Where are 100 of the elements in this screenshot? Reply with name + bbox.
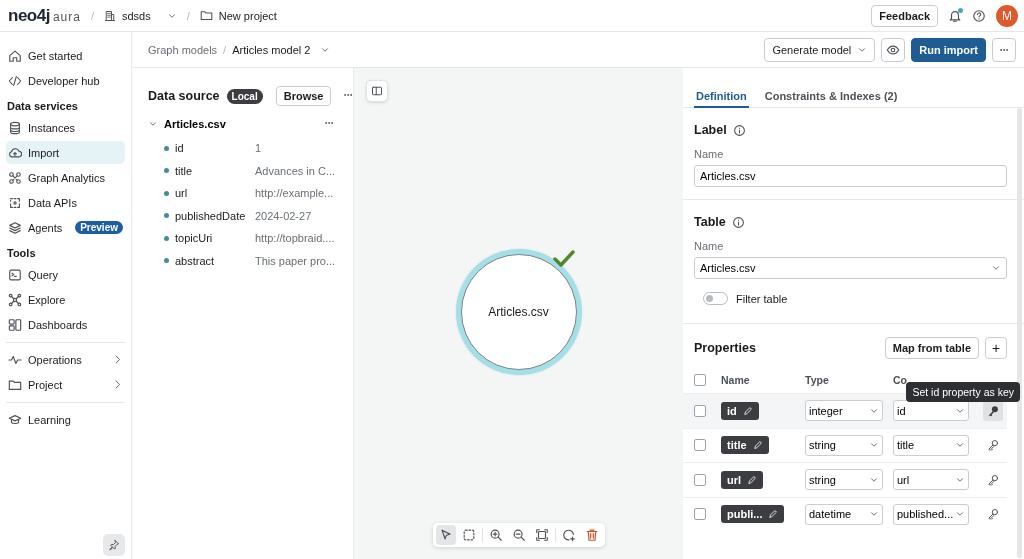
row-checkbox[interactable] [694, 439, 706, 452]
field-name: abstract [175, 254, 216, 267]
sidebar-item[interactable]: Data APIs [6, 191, 125, 214]
home-icon [8, 48, 22, 63]
breadcrumb-link[interactable]: Graph models [148, 43, 218, 56]
row-checkbox[interactable] [694, 508, 706, 521]
browse-button[interactable]: Browse [275, 86, 332, 106]
column-header: Co [893, 374, 908, 386]
breadcrumb-link[interactable]: sdsds [122, 9, 151, 22]
fit-view-icon [534, 528, 549, 542]
user-avatar[interactable]: M [996, 4, 1018, 27]
property-name[interactable]: url [721, 470, 764, 489]
add-node-icon [561, 528, 576, 542]
cloud-upload-icon [8, 145, 22, 160]
column-select[interactable]: url [893, 469, 969, 491]
field-dot [164, 145, 169, 151]
file-name[interactable]: Articles.csv [164, 118, 226, 130]
info-icon [732, 123, 746, 137]
breadcrumb-separator: / [223, 43, 227, 56]
type-select[interactable]: datetime [805, 503, 883, 525]
sidebar-item[interactable]: Learning [6, 408, 125, 431]
preview-button[interactable] [881, 37, 906, 62]
breadcrumb-separator: / [90, 9, 94, 22]
property-name[interactable]: publi... [721, 505, 785, 524]
select-all-checkbox[interactable] [694, 374, 706, 386]
property-row[interactable]: url string url [683, 462, 1007, 497]
field-sample: This paper pro... [255, 254, 337, 267]
preview-badge: Preview [75, 221, 123, 234]
column-select[interactable]: id [893, 400, 969, 422]
field-sample: http://topbraid.... [255, 232, 336, 245]
table-select[interactable]: Articles.csv [694, 257, 1007, 279]
sidebar-item[interactable]: Instances [6, 116, 125, 139]
column-header: Name [721, 374, 751, 386]
sidebar-item[interactable]: Agents Preview [6, 216, 125, 239]
type-select[interactable]: string [805, 469, 883, 491]
property-name[interactable]: title [721, 436, 769, 455]
sidebar-icon [371, 85, 383, 97]
property-name[interactable]: id [721, 401, 759, 420]
row-checkbox[interactable] [694, 404, 706, 417]
row-checkbox[interactable] [694, 473, 706, 486]
logo-suffix: aura [52, 9, 81, 24]
sidebar-item[interactable]: Operations [6, 348, 125, 371]
section-heading: Tools [6, 246, 37, 261]
sidebar-item[interactable]: Get started [6, 44, 125, 67]
pin-button[interactable] [103, 534, 125, 556]
field-label: Name [694, 240, 725, 252]
sidebar-item[interactable]: Dashboards [6, 313, 125, 336]
label-name-input[interactable]: Articles.csv [694, 165, 1007, 187]
database-icon [8, 120, 22, 135]
tooltip: Set id property as key [906, 382, 1020, 402]
breadcrumb-link[interactable]: New project [218, 9, 277, 22]
field-name: topicUri [175, 232, 214, 245]
eye-icon [886, 42, 901, 57]
pointer-icon [438, 528, 453, 542]
sidebar-item[interactable]: Query [6, 263, 125, 286]
add-property-button[interactable]: + [985, 337, 1007, 359]
zoom-in-icon [488, 528, 503, 542]
property-row[interactable]: publi... datetime published... [683, 496, 1007, 531]
key-button[interactable] [983, 400, 1003, 421]
sidebar-item[interactable]: Import [6, 141, 125, 164]
filter-toggle[interactable] [703, 292, 728, 305]
type-select[interactable]: integer [805, 400, 883, 422]
sidebar-item[interactable]: Explore [6, 288, 125, 311]
pencil-icon [768, 509, 779, 520]
sidebar-item[interactable]: Graph Analytics [6, 166, 125, 189]
toggle-panel-button[interactable] [366, 80, 388, 102]
folder-icon [8, 377, 22, 392]
notifications-button[interactable] [948, 8, 962, 23]
generate-model-dropdown[interactable]: Generate model [764, 37, 876, 62]
field-sample: http://example... [255, 187, 335, 200]
section-title: Label [694, 123, 727, 137]
section-title: Table [694, 215, 726, 229]
property-row[interactable]: title string title [683, 427, 1007, 462]
tool-button[interactable] [435, 525, 456, 545]
pin-icon [108, 539, 120, 551]
tab[interactable]: Definition [694, 78, 749, 108]
chevron-down-icon [148, 119, 158, 129]
type-select[interactable]: string [805, 434, 883, 456]
help-button[interactable] [972, 8, 986, 23]
dashboard-icon [8, 317, 22, 332]
column-select[interactable]: title [893, 434, 969, 456]
source-badge: Local [226, 88, 263, 104]
toggle-label: Filter table [736, 292, 788, 305]
bell-icon [948, 8, 962, 23]
field-label: Name [694, 148, 725, 160]
map-from-table-button[interactable]: Map from table [884, 337, 979, 359]
model-name[interactable]: Articles model 2 [232, 43, 311, 56]
trash-icon [584, 528, 599, 542]
field-name: id [175, 142, 185, 155]
layers-icon [8, 220, 22, 235]
sidebar-item[interactable]: Developer hub [6, 69, 125, 92]
pencil-icon [752, 440, 763, 451]
building-icon [104, 9, 116, 22]
run-import-button[interactable]: Run import [911, 37, 986, 62]
network-icon [8, 292, 22, 307]
feedback-button[interactable]: Feedback [871, 4, 938, 27]
tab[interactable]: Constraints & Indexes (2) [762, 78, 900, 108]
column-select[interactable]: published... [893, 503, 969, 525]
field-dot [164, 235, 169, 241]
sidebar-item[interactable]: Project [6, 373, 125, 396]
